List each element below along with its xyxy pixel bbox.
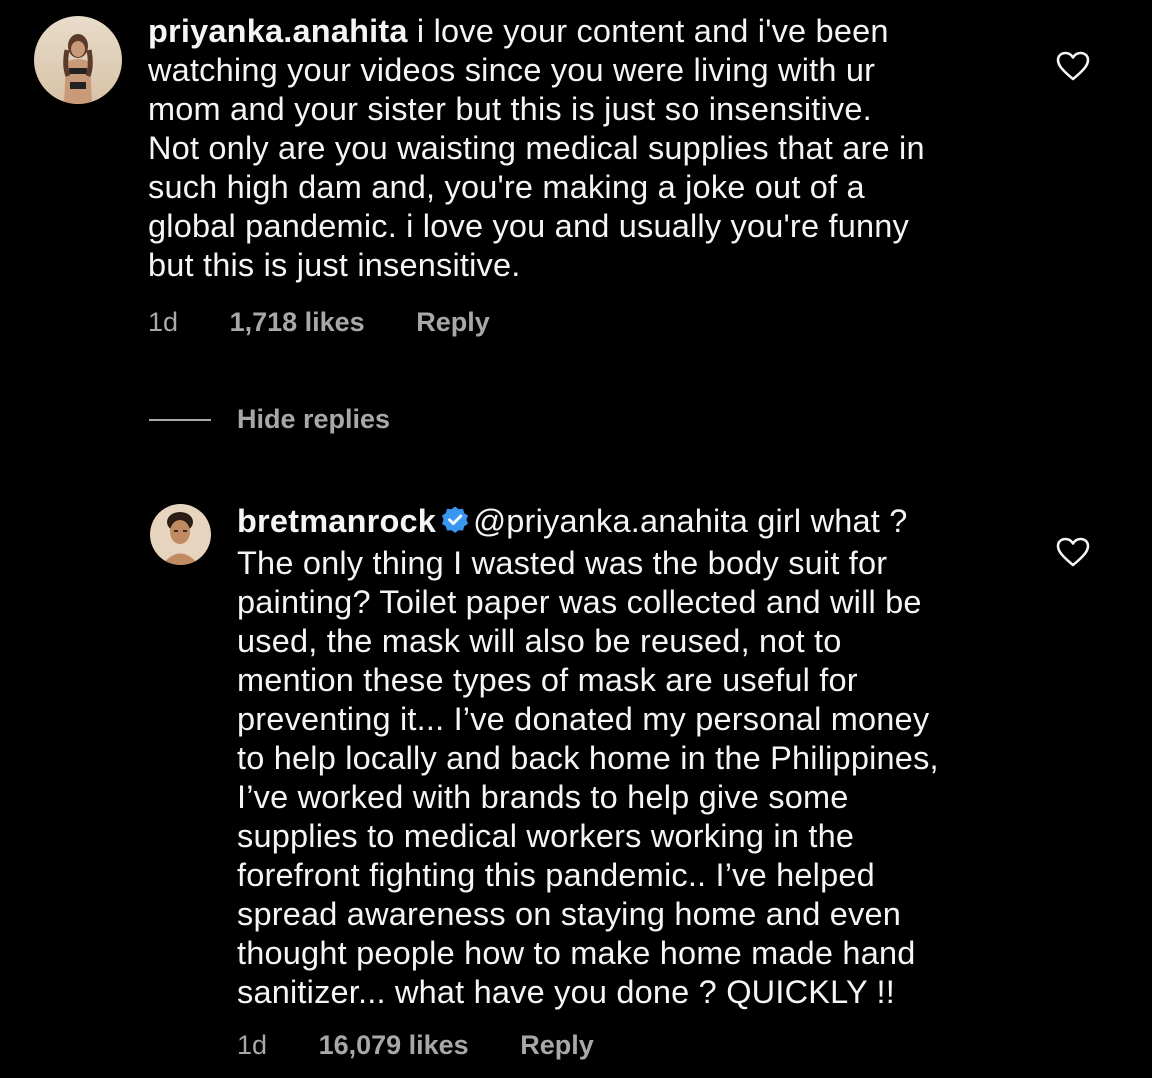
comment-text-line: spread awareness on staying home and eve… <box>237 896 902 932</box>
comment-text-line: to help locally and back home in the Phi… <box>237 740 939 776</box>
comment-meta: 1d 16,079 likes Reply <box>237 1029 594 1061</box>
comment-text: bretmanrock @priyanka.anahita girl what ?… <box>237 502 1027 1012</box>
comment-text-line: forefront fighting this pandemic.. I’ve … <box>237 857 875 893</box>
comment-text-line: but this is just insensitive. <box>148 247 521 283</box>
comment-meta: 1d 1,718 likes Reply <box>148 306 490 338</box>
comment-text-line: mom and your sister but this is just so … <box>148 91 872 127</box>
comment-text-line: Not only are you waisting medical suppli… <box>148 130 925 166</box>
comment-likes[interactable]: 16,079 likes <box>319 1029 469 1061</box>
comment-text-line: thought people how to make home made han… <box>237 935 916 971</box>
comment-text-line: painting? Toilet paper was collected and… <box>237 584 922 620</box>
comment-text-line: watching your videos since you were livi… <box>148 52 876 88</box>
hide-replies-label[interactable]: Hide replies <box>237 401 390 437</box>
comment-time: 1d <box>237 1030 268 1060</box>
avatar-priyanka[interactable] <box>34 16 122 104</box>
comment-username[interactable]: priyanka.anahita <box>148 13 408 49</box>
comment-text-line: sanitizer... what have you done ? QUICKL… <box>237 974 895 1010</box>
reply-button[interactable]: Reply <box>520 1029 594 1061</box>
comment-text-line: supplies to medical workers working in t… <box>237 818 855 854</box>
avatar-bretmanrock[interactable] <box>150 504 211 565</box>
comment-text-line: i love your content and i've been <box>407 13 889 49</box>
hide-replies-divider <box>149 419 211 421</box>
comment-text-line: The only thing I wasted was the body sui… <box>237 545 888 581</box>
heart-outline-icon[interactable] <box>1056 51 1090 86</box>
reply-button[interactable]: Reply <box>416 306 490 338</box>
comment-time: 1d <box>148 307 179 337</box>
comment-text-line: @priyanka.anahita girl what ? <box>473 503 908 539</box>
comment-text: priyanka.anahita i love your content and… <box>148 12 1018 285</box>
comment-text-line: used, the mask will also be reused, not … <box>237 623 842 659</box>
comment-text-line: mention these types of mask are useful f… <box>237 662 858 698</box>
heart-outline-icon[interactable] <box>1056 537 1090 572</box>
comment-text-line: global pandemic. i love you and usually … <box>148 208 909 244</box>
comment-username[interactable]: bretmanrock <box>237 503 436 539</box>
comment-text-line: preventing it... I’ve donated my persona… <box>237 701 930 737</box>
comment-likes[interactable]: 1,718 likes <box>230 306 365 338</box>
verified-badge-icon <box>440 505 470 544</box>
comment-text-line: such high dam and, you're making a joke … <box>148 169 865 205</box>
comment-text-line: I’ve worked with brands to help give som… <box>237 779 849 815</box>
